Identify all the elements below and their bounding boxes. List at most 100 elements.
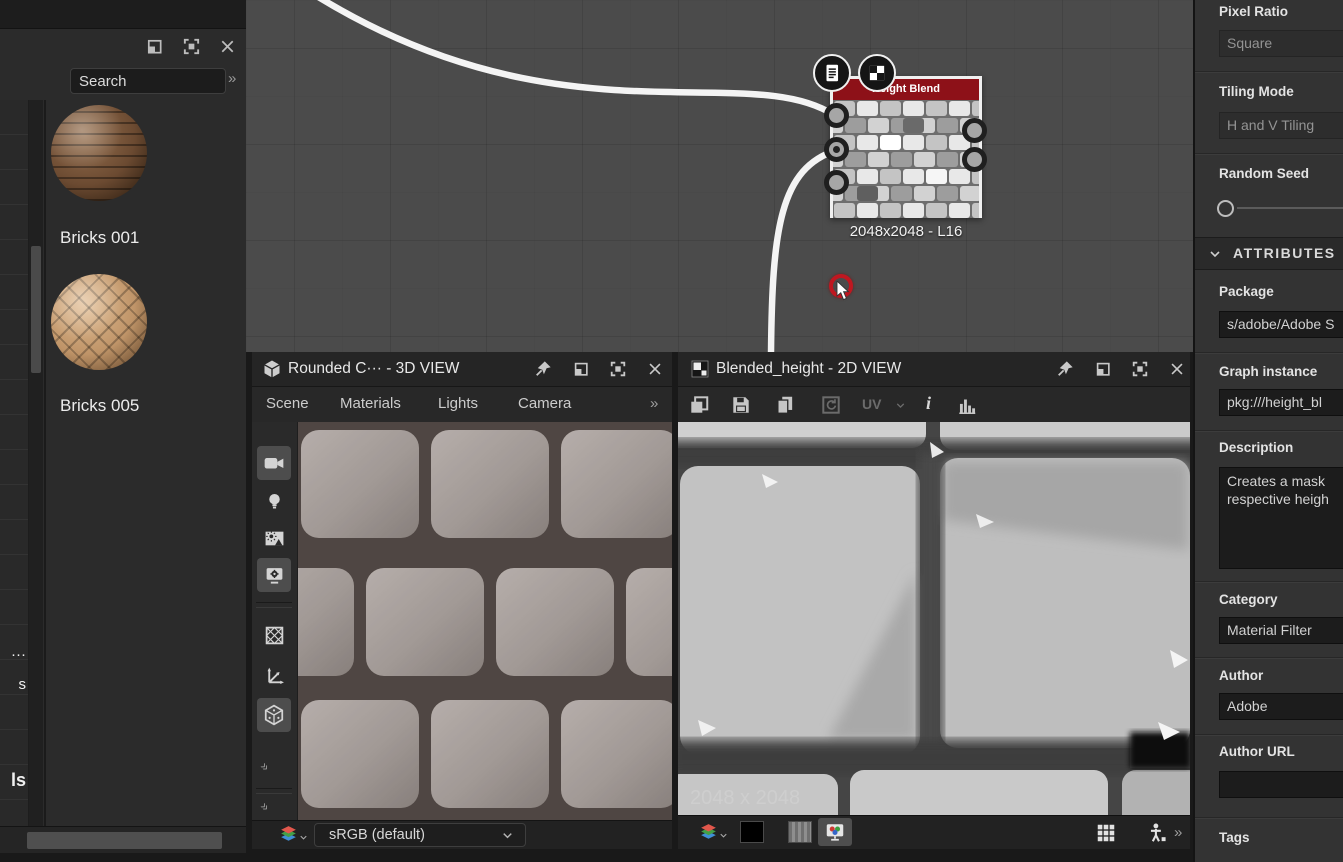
graph-instance-field[interactable]: pkg:///height_bl bbox=[1219, 389, 1343, 416]
node-input-pin[interactable] bbox=[824, 170, 849, 195]
category-field[interactable]: Material Filter bbox=[1219, 617, 1343, 644]
view2d-viewport[interactable]: 2048 x 2048 bbox=[678, 422, 1190, 815]
color-layers-icon[interactable] bbox=[278, 824, 299, 845]
chevron-down-icon[interactable] bbox=[298, 832, 309, 843]
view3d-dock-button[interactable] bbox=[570, 358, 592, 380]
attributes-section-header[interactable]: ATTRIBUTES bbox=[1195, 237, 1343, 270]
node-wires bbox=[246, 0, 1193, 352]
node-badge-outputs[interactable] bbox=[858, 54, 896, 92]
random-seed-slider-knob[interactable] bbox=[1217, 200, 1234, 217]
environment-tool-button[interactable] bbox=[257, 521, 291, 555]
chevron-down-icon[interactable] bbox=[894, 399, 907, 412]
view2d-close-button[interactable] bbox=[1166, 358, 1188, 380]
node-input-pin[interactable] bbox=[824, 103, 849, 128]
view2d-maximize-button[interactable] bbox=[1129, 358, 1151, 380]
menu-lights[interactable]: Lights bbox=[438, 395, 478, 412]
search-box[interactable] bbox=[70, 68, 226, 94]
library-top-strip bbox=[0, 0, 246, 29]
node-input-pin[interactable] bbox=[824, 137, 849, 162]
pin-icon bbox=[1056, 360, 1074, 378]
light-tool-button[interactable] bbox=[257, 484, 291, 518]
refresh-image-button[interactable] bbox=[818, 392, 844, 418]
pixel-ratio-dropdown[interactable]: Square bbox=[1219, 30, 1343, 57]
graph-canvas[interactable]: Height Blend 2048x2048 - L16 bbox=[246, 0, 1193, 352]
menu-scene[interactable]: Scene bbox=[266, 395, 309, 412]
material-label[interactable]: Bricks 005 bbox=[60, 396, 139, 416]
author-url-field[interactable] bbox=[1219, 771, 1343, 798]
view3d-close-button[interactable] bbox=[644, 358, 666, 380]
tree-item-fragment[interactable]: ··· bbox=[0, 646, 26, 663]
height-blend-node[interactable]: Height Blend bbox=[830, 76, 982, 218]
node-badge-parameters[interactable] bbox=[813, 54, 851, 92]
view2d-dock-button[interactable] bbox=[1092, 358, 1114, 380]
transform-axes-button[interactable] bbox=[257, 658, 291, 692]
mannequin-scale-button[interactable] bbox=[1144, 820, 1170, 846]
library-maximize-button[interactable] bbox=[180, 35, 202, 57]
search-input[interactable] bbox=[71, 69, 241, 93]
scrollbar-thumb[interactable] bbox=[31, 246, 41, 373]
material-label[interactable]: Bricks 001 bbox=[60, 228, 139, 248]
dock-icon bbox=[1094, 360, 1112, 378]
view3d-maximize-button[interactable] bbox=[607, 358, 629, 380]
display-filter-button[interactable] bbox=[818, 818, 852, 846]
material-thumbnail-bricks-005[interactable] bbox=[51, 274, 147, 370]
uv-mode-button[interactable]: UV bbox=[862, 396, 881, 412]
save-button[interactable] bbox=[728, 392, 754, 418]
menu-materials[interactable]: Materials bbox=[340, 395, 401, 412]
package-label: Package bbox=[1219, 284, 1274, 299]
geometry-tool-button[interactable] bbox=[257, 618, 291, 652]
view3d-header[interactable]: Rounded C··· - 3D VIEW bbox=[252, 352, 672, 387]
bottom-overflow-button[interactable]: » bbox=[1174, 824, 1180, 841]
view3d-toolbar: » » bbox=[252, 422, 298, 820]
checker-icon bbox=[690, 359, 710, 379]
view2d-header[interactable]: Blended_height - 2D VIEW bbox=[678, 352, 1190, 387]
search-expand-button[interactable]: » bbox=[228, 70, 234, 87]
toolbar-more-button[interactable]: » bbox=[257, 758, 271, 772]
colorspace-dropdown[interactable]: sRGB (default) bbox=[314, 823, 526, 847]
checker-quad-icon bbox=[866, 62, 888, 84]
chevron-down-icon bbox=[1207, 246, 1223, 262]
maximize-icon bbox=[1131, 360, 1149, 378]
background-pattern-swatch[interactable] bbox=[788, 821, 812, 843]
separator bbox=[1195, 153, 1343, 155]
menu-overflow-button[interactable]: » bbox=[650, 395, 656, 412]
library-dock-button[interactable] bbox=[143, 35, 165, 57]
menu-camera[interactable]: Camera bbox=[518, 395, 571, 412]
material-thumbnail-bricks-001[interactable] bbox=[51, 105, 147, 201]
chevron-down-icon[interactable] bbox=[718, 830, 729, 841]
view2d-toolbar: UV i bbox=[678, 387, 1190, 423]
copy-button[interactable] bbox=[772, 392, 798, 418]
library-close-button[interactable] bbox=[216, 35, 238, 57]
separator bbox=[1195, 657, 1343, 659]
camera-tool-button[interactable] bbox=[257, 446, 291, 480]
info-button[interactable]: i bbox=[926, 393, 931, 414]
display-settings-button[interactable] bbox=[257, 558, 291, 592]
node-output-pin[interactable] bbox=[962, 147, 987, 172]
author-field[interactable]: Adobe bbox=[1219, 693, 1343, 720]
histogram-button[interactable] bbox=[954, 392, 980, 418]
library-tree-column[interactable]: ··· s ls bbox=[0, 100, 29, 826]
histogram-icon bbox=[956, 394, 978, 416]
description-field[interactable]: Creates a mask respective heigh bbox=[1219, 467, 1343, 569]
scrollbar-thumb[interactable] bbox=[27, 832, 222, 849]
separator bbox=[1195, 71, 1343, 73]
tree-item-fragment[interactable]: s bbox=[0, 676, 26, 693]
tiling-mode-dropdown[interactable]: H and V Tiling bbox=[1219, 112, 1343, 139]
copy-image-button[interactable] bbox=[686, 392, 712, 418]
toolbar-more-button[interactable]: » bbox=[257, 798, 271, 812]
tree-item-fragment[interactable]: ls bbox=[0, 770, 26, 791]
close-icon bbox=[218, 37, 237, 56]
background-black-swatch[interactable] bbox=[740, 821, 764, 843]
library-vertical-scrollbar[interactable] bbox=[29, 100, 43, 826]
node-output-pin[interactable] bbox=[962, 118, 987, 143]
view2d-panel: Blended_height - 2D VIEW UV i bbox=[678, 352, 1190, 848]
view2d-pin-button[interactable] bbox=[1054, 358, 1076, 380]
library-horizontal-scrollbar[interactable] bbox=[0, 826, 246, 853]
mesh-select-button[interactable] bbox=[257, 698, 291, 732]
color-layers-icon[interactable] bbox=[698, 822, 719, 843]
view3d-pin-button[interactable] bbox=[532, 358, 554, 380]
random-seed-slider-track[interactable] bbox=[1237, 207, 1343, 209]
view3d-viewport[interactable] bbox=[297, 422, 672, 820]
tile-grid-button[interactable] bbox=[1093, 820, 1119, 846]
package-field[interactable]: s/adobe/Adobe S bbox=[1219, 311, 1343, 338]
